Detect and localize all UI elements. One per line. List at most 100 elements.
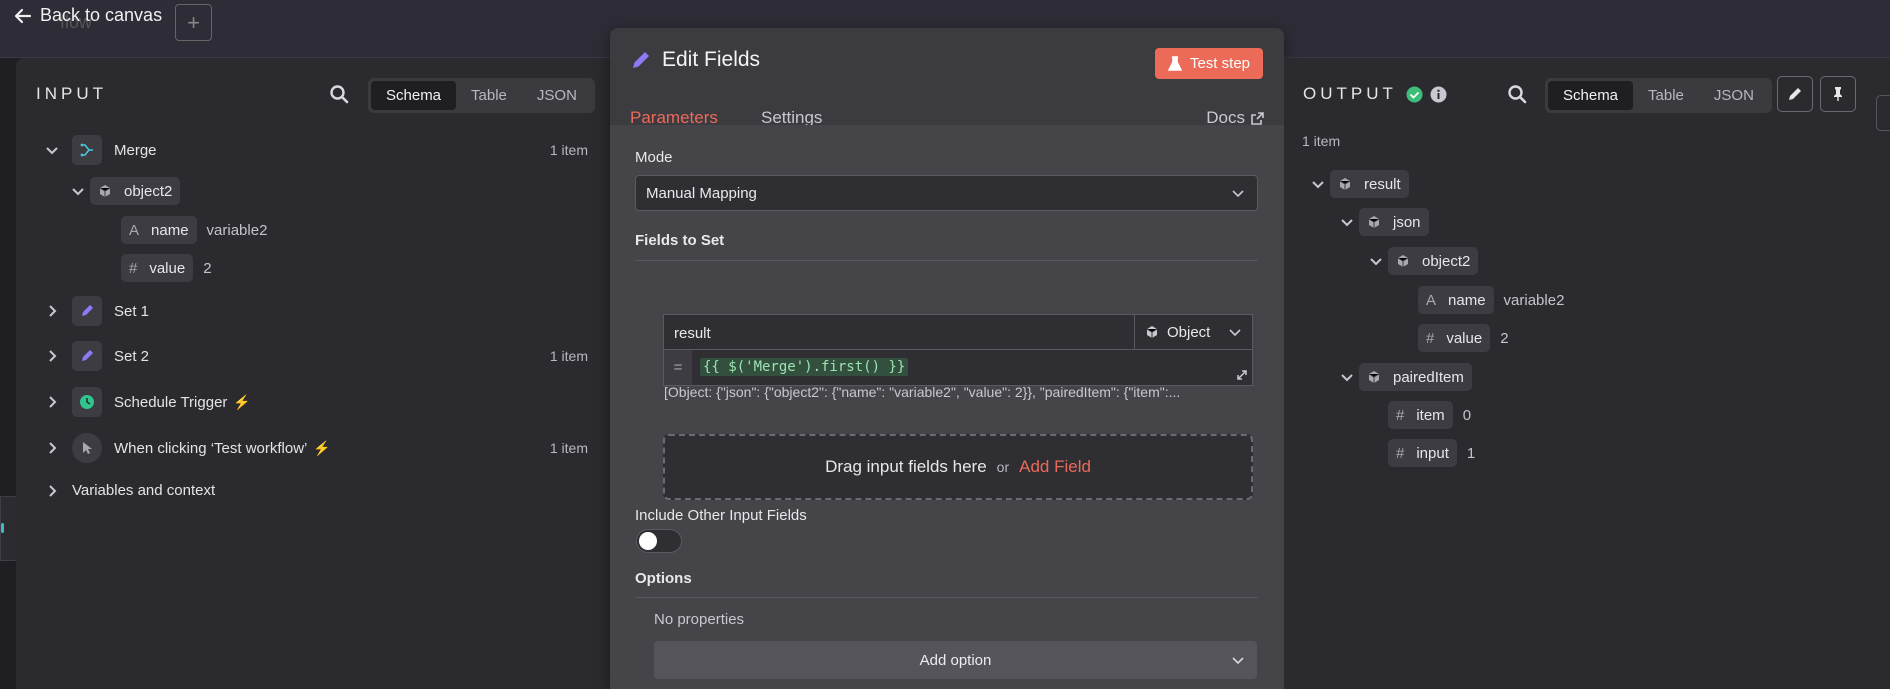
search-icon[interactable]: [1507, 84, 1527, 104]
edit-output-button[interactable]: [1777, 76, 1813, 112]
bolt-icon: ⚡: [233, 393, 251, 410]
pin-icon: [1834, 87, 1842, 101]
success-check-icon: [1406, 86, 1423, 103]
search-icon[interactable]: [329, 84, 349, 104]
pin-data-button[interactable]: [1820, 76, 1856, 112]
mode-value: Manual Mapping: [646, 184, 757, 202]
input-panel: INPUT Schema Table JSON Merge 1 item obj…: [16, 58, 610, 689]
output-title: OUTPUT: [1303, 84, 1397, 103]
chevron-right-icon[interactable]: [44, 394, 60, 410]
tree-field-name[interactable]: A name variable2: [121, 216, 267, 244]
cube-icon: [1368, 371, 1380, 383]
modal-title-text: Edit Fields: [662, 48, 761, 71]
chevron-down-icon[interactable]: [44, 142, 60, 158]
tree-node-manual-trigger[interactable]: When clicking ‘Test workflow’ ⚡: [44, 433, 331, 463]
field-type-value: Object: [1167, 323, 1211, 341]
tree-node-set1[interactable]: Set 1: [44, 296, 149, 326]
output-view-switch: Schema Table JSON: [1545, 78, 1772, 113]
tree-node-object2[interactable]: object2: [70, 177, 181, 205]
toggle-knob: [639, 532, 657, 550]
flask-icon: [1167, 55, 1182, 71]
tab-table[interactable]: Table: [1633, 81, 1699, 110]
tab-json[interactable]: JSON: [1699, 81, 1769, 110]
test-step-button[interactable]: Test step: [1154, 48, 1263, 79]
output-field-value[interactable]: # value 2: [1418, 324, 1509, 352]
tree-node-set2[interactable]: Set 2: [44, 341, 149, 371]
manual-item-count: 1 item: [549, 440, 588, 456]
include-fields-label: Include Other Input Fields: [635, 507, 807, 524]
cube-icon: [99, 185, 111, 197]
chevron-down-icon: [1232, 190, 1244, 198]
chevron-down-icon[interactable]: [1310, 176, 1326, 192]
schedule-label: Schedule Trigger: [114, 393, 228, 411]
merge-item-count: 1 item: [549, 142, 588, 158]
output-node-result[interactable]: result: [1310, 170, 1409, 198]
chevron-right-icon[interactable]: [44, 483, 60, 499]
field-assignment: result Object = {{ $('Merge').first() }}: [663, 314, 1253, 386]
tab-json[interactable]: JSON: [522, 81, 592, 110]
chevron-down-icon[interactable]: [1368, 253, 1384, 269]
expression-code: {{ $('Merge').first() }}: [700, 358, 909, 376]
modal-body: Mode Manual Mapping Fields to Set result…: [610, 125, 1284, 689]
value-value: 2: [1500, 329, 1509, 347]
drop-text: Drag input fields here: [825, 457, 987, 476]
output-node-object2[interactable]: object2: [1368, 247, 1479, 275]
output-field-name[interactable]: A name variable2: [1418, 286, 1564, 314]
output-item-count: 1 item: [1302, 133, 1341, 149]
output-panel: OUTPUT Schema Table JSON 1 item result j…: [1284, 58, 1890, 689]
chevron-right-icon[interactable]: [44, 440, 60, 456]
chevron-right-icon[interactable]: [44, 348, 60, 364]
drop-zone[interactable]: Drag input fields here or Add Field: [663, 434, 1253, 500]
modal-title: Edit Fields: [630, 48, 760, 72]
tab-schema[interactable]: Schema: [371, 81, 457, 110]
output-field-input[interactable]: # input 1: [1388, 439, 1475, 467]
object2-pill: object2: [1388, 247, 1479, 275]
cube-icon: [1368, 216, 1380, 228]
merge-icon: [72, 135, 102, 165]
tab-table[interactable]: Table: [456, 81, 522, 110]
divider: [635, 260, 1258, 261]
add-node-button[interactable]: +: [175, 4, 212, 41]
expand-icon[interactable]: [1234, 367, 1250, 383]
chevron-down-icon[interactable]: [70, 183, 86, 199]
tab-schema[interactable]: Schema: [1548, 81, 1634, 110]
back-label: Back to canvas: [40, 5, 163, 25]
number-type-icon: #: [129, 259, 138, 277]
field-name-input[interactable]: result: [663, 314, 1135, 350]
cursor-icon: [72, 433, 102, 463]
input-view-switch: Schema Table JSON: [368, 78, 595, 113]
value-pill: # value: [1418, 324, 1491, 352]
chevron-down-icon[interactable]: [1339, 369, 1355, 385]
cube-icon: [1339, 178, 1351, 190]
chevron-down-icon[interactable]: [1339, 214, 1355, 230]
add-option-button[interactable]: Add option: [654, 641, 1257, 679]
add-field-button[interactable]: Add Field: [1019, 457, 1091, 477]
mode-select[interactable]: Manual Mapping: [635, 175, 1258, 211]
chevron-down-icon: [1232, 657, 1244, 665]
expression-editor[interactable]: = {{ $('Merge').first() }}: [663, 349, 1253, 386]
output-node-json[interactable]: json: [1339, 208, 1429, 236]
info-icon[interactable]: [1430, 86, 1447, 103]
tree-node-variables[interactable]: Variables and context: [44, 482, 215, 499]
cube-icon: [1397, 255, 1409, 267]
tree-node-schedule-trigger[interactable]: Schedule Trigger ⚡: [44, 387, 251, 417]
field-type-select[interactable]: Object: [1134, 314, 1253, 350]
result-label: result: [1364, 175, 1401, 193]
back-to-canvas-link[interactable]: Back to canvas: [14, 5, 162, 26]
variables-label: Variables and context: [72, 482, 216, 499]
output-node-paired-item[interactable]: pairedItem: [1339, 363, 1472, 391]
test-step-label: Test step: [1189, 55, 1250, 72]
item-key: item: [1416, 406, 1445, 424]
include-fields-toggle[interactable]: [636, 529, 682, 553]
options-label: Options: [635, 570, 692, 587]
right-edge-handle[interactable]: [1876, 95, 1890, 131]
item-value: 0: [1462, 406, 1472, 424]
item-pill: # item: [1388, 401, 1453, 429]
chevron-right-icon[interactable]: [44, 303, 60, 319]
bolt-icon: ⚡: [313, 439, 331, 456]
output-field-item[interactable]: # item 0: [1388, 401, 1471, 429]
input-key: input: [1416, 444, 1449, 462]
tree-field-value[interactable]: # value 2: [121, 254, 212, 282]
result-pill: result: [1330, 170, 1409, 198]
tree-node-merge[interactable]: Merge: [44, 135, 157, 165]
